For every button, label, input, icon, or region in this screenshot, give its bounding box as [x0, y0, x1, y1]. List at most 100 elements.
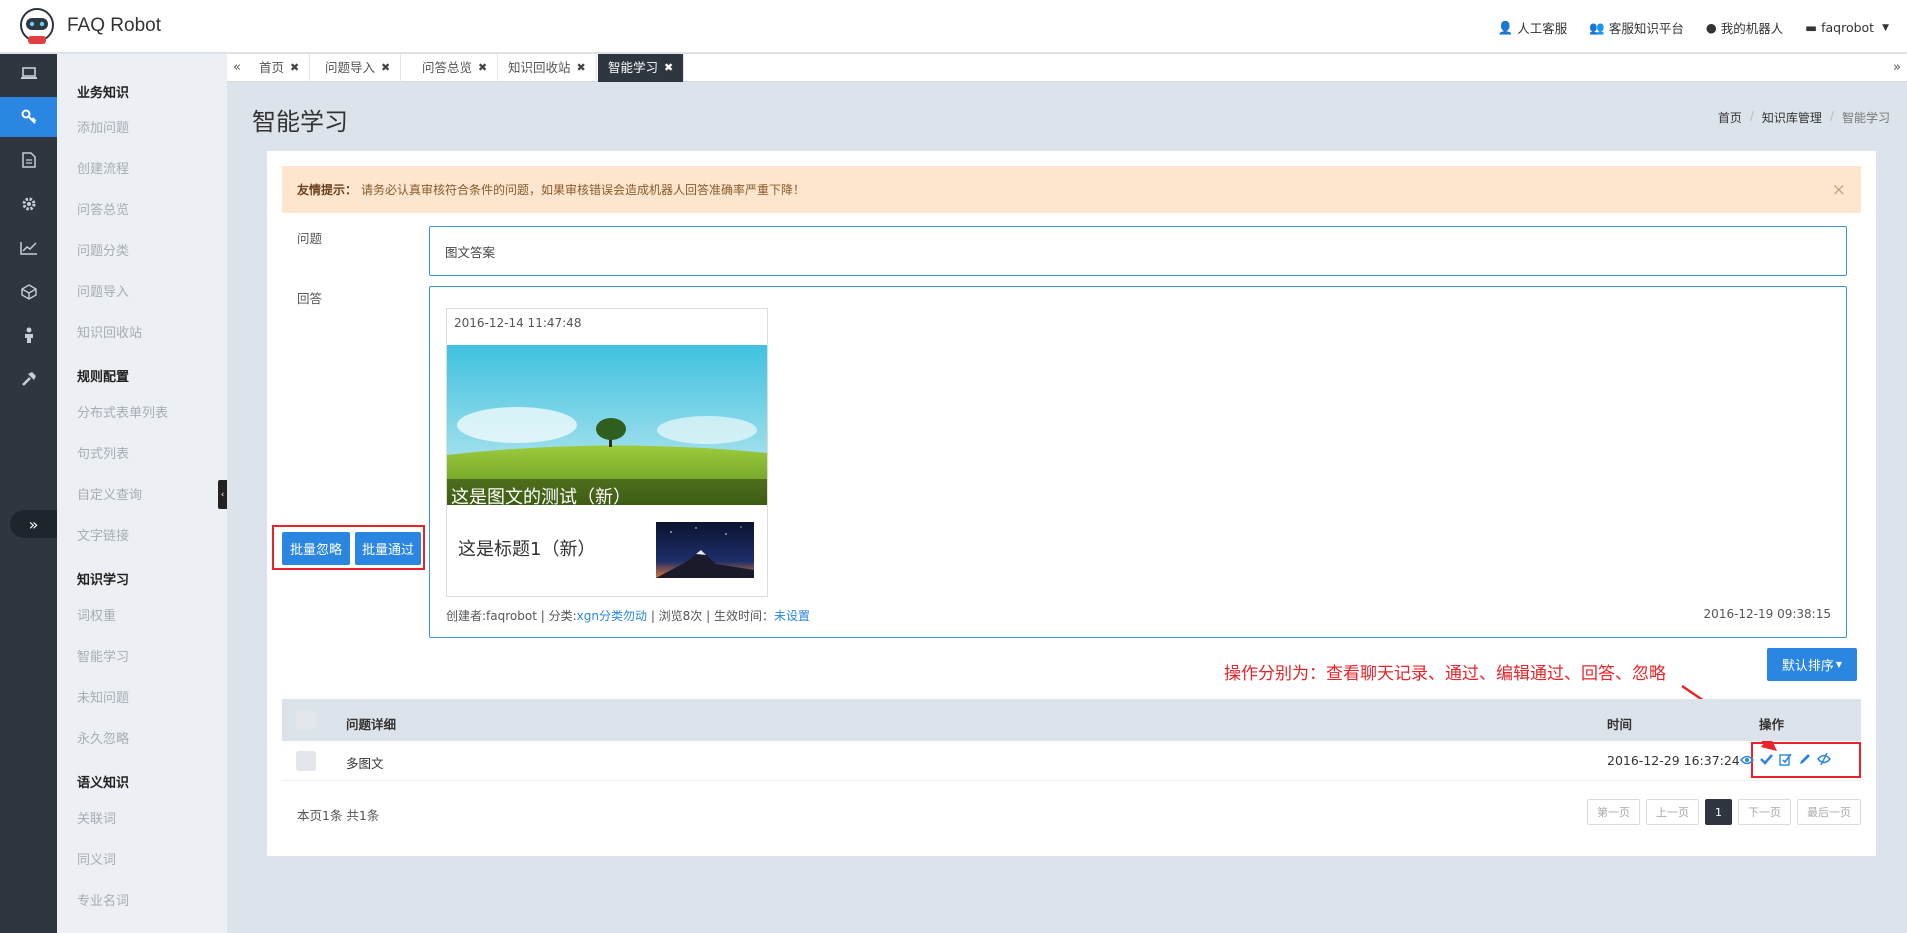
- sidebar-group-title: 业务知识: [77, 86, 130, 101]
- question-field[interactable]: 图文答案: [429, 226, 1847, 276]
- tab-home[interactable]: 首页 ✖: [249, 54, 311, 82]
- row-checkbox[interactable]: [296, 751, 316, 771]
- select-all-checkbox[interactable]: [296, 710, 316, 730]
- close-icon[interactable]: ✖: [290, 54, 299, 82]
- topnav-human-service[interactable]: 👤 人工客服: [1498, 18, 1568, 37]
- batch-ignore-button[interactable]: 批量忽略: [282, 532, 350, 565]
- meta-views: 浏览8次: [658, 609, 703, 623]
- topnav-label: 人工客服: [1517, 21, 1568, 36]
- sidebar-item-form-list[interactable]: 分布式表单列表: [77, 402, 168, 421]
- row-time: 2016-12-29 16:37:24: [1607, 753, 1740, 768]
- breadcrumb-kb-management[interactable]: 知识库管理: [1762, 109, 1822, 126]
- close-icon[interactable]: ✖: [478, 54, 487, 82]
- page-title: 智能学习: [252, 108, 348, 136]
- alert-strong: 友情提示：: [297, 183, 358, 197]
- topnav-my-robot[interactable]: ● 我的机器人: [1706, 18, 1783, 37]
- tab-label: 智能学习: [608, 60, 659, 75]
- warning-alert: 友情提示： 请务必认真审核符合条件的问题，如果审核错误会造成机器人回答准确率严重…: [282, 166, 1861, 213]
- tab-smart-learning[interactable]: 智能学习 ✖: [598, 54, 685, 82]
- rail-laptop-icon[interactable]: [0, 54, 57, 94]
- sidebar-item-add-question[interactable]: 添加问题: [77, 117, 129, 136]
- tabs-scroll-right-icon[interactable]: »: [1893, 60, 1901, 75]
- expand-menu-icon[interactable]: »: [10, 510, 57, 538]
- meta-effective-link[interactable]: 未设置: [774, 609, 810, 623]
- sidebar-item-question-import[interactable]: 问题导入: [77, 281, 129, 300]
- alert-text: 请务必认真审核符合条件的问题，如果审核错误会造成机器人回答准确率严重下降！: [361, 183, 806, 197]
- icon-rail: »: [0, 54, 57, 933]
- edit-check-icon[interactable]: [1779, 753, 1792, 770]
- rail-cube-icon[interactable]: [0, 272, 57, 312]
- close-icon[interactable]: ✖: [577, 54, 586, 82]
- tab-question-import[interactable]: 问题导入 ✖: [315, 54, 402, 82]
- sidebar-item-terms[interactable]: 专业名词: [77, 890, 129, 909]
- sidebar-item-qa-overview[interactable]: 问答总览: [77, 199, 129, 218]
- page-info: 本页1条 共1条: [297, 808, 380, 823]
- sidebar-group-title: 知识学习: [77, 573, 130, 588]
- android-icon: ●: [1705, 20, 1717, 35]
- topnav-knowledge-platform[interactable]: 👥 客服知识平台: [1589, 18, 1684, 37]
- news-sub-item[interactable]: 这是标题1（新）: [447, 509, 767, 597]
- caret-down-icon: ▼: [1882, 22, 1889, 33]
- news-hero-image: 这是图文的测试（新）: [447, 345, 767, 505]
- next-page-button[interactable]: 下一页: [1738, 799, 1791, 825]
- breadcrumb-separator: /: [1829, 109, 1834, 123]
- answer-time: 2016-12-19 09:38:15: [1703, 607, 1831, 621]
- meta-separator: |: [540, 609, 549, 623]
- rail-chart-icon[interactable]: [0, 228, 57, 268]
- check-icon[interactable]: [1760, 753, 1773, 770]
- alert-close-icon[interactable]: ×: [1832, 180, 1846, 200]
- last-page-button[interactable]: 最后一页: [1797, 799, 1861, 825]
- sidebar-item-create-flow[interactable]: 创建流程: [77, 158, 129, 177]
- sidebar-item-permanent-ignore[interactable]: 永久忽略: [77, 728, 129, 747]
- sidebar-group-title: 规则配置: [77, 370, 130, 385]
- rail-person-icon[interactable]: [0, 315, 57, 355]
- pencil-icon[interactable]: [1798, 753, 1811, 770]
- answer-meta: 创建者:faqrobot | 分类:xgn分类勿动 | 浏览8次 | 生效时间：…: [446, 607, 810, 624]
- rail-key-icon[interactable]: [0, 97, 57, 137]
- news-hero-caption: 这是图文的测试（新）: [451, 487, 631, 505]
- sidebar-item-smart-learning[interactable]: 智能学习: [77, 646, 129, 665]
- news-card[interactable]: 2016-12-14 11:47:48 这是图文的测试（新） 这是标题1（新）: [446, 308, 768, 597]
- topnav-label: 我的机器人: [1720, 21, 1784, 36]
- close-icon[interactable]: ✖: [664, 54, 673, 82]
- eye-icon[interactable]: [1740, 753, 1754, 770]
- page-number-current[interactable]: 1: [1705, 799, 1732, 825]
- sidebar-item-word-weight[interactable]: 词权重: [77, 605, 116, 624]
- close-icon[interactable]: ✖: [381, 54, 390, 82]
- tab-label: 知识回收站: [508, 60, 571, 75]
- sidebar-item-synonyms[interactable]: 同义词: [77, 849, 116, 868]
- news-date: 2016-12-14 11:47:48: [454, 316, 582, 330]
- sidebar-item-text-link[interactable]: 文字链接: [77, 525, 129, 544]
- sidebar-item-related-words[interactable]: 关联词: [77, 808, 116, 827]
- annotation-text: 操作分别为：查看聊天记录、通过、编辑通过、回答、忽略: [1224, 664, 1666, 684]
- tab-qa-overview[interactable]: 问答总览 ✖: [412, 54, 499, 82]
- card-icon: ▬: [1805, 20, 1818, 35]
- meta-category-link[interactable]: xgn分类勿动: [577, 609, 647, 623]
- sort-dropdown-button[interactable]: 默认排序 ▼: [1767, 648, 1857, 681]
- prev-page-button[interactable]: 上一页: [1646, 799, 1699, 825]
- sidebar-item-unknown-question[interactable]: 未知问题: [77, 687, 129, 706]
- sidebar-item-custom-query[interactable]: 自定义查询: [77, 484, 142, 503]
- header-time: 时间: [1607, 717, 1633, 732]
- breadcrumb-home[interactable]: 首页: [1718, 109, 1742, 126]
- first-page-button[interactable]: 第一页: [1587, 799, 1640, 825]
- brand-name: FAQ Robot: [67, 15, 161, 36]
- sort-label: 默认排序: [1781, 659, 1834, 674]
- news-item-thumbnail: [656, 522, 754, 578]
- sidebar-collapse-handle[interactable]: ‹: [218, 480, 227, 509]
- ignore-icon[interactable]: [1817, 752, 1831, 770]
- sidebar-item-question-category[interactable]: 问题分类: [77, 240, 129, 259]
- rail-gear-icon[interactable]: [0, 184, 57, 224]
- tabs-scroll-left-icon[interactable]: «: [233, 60, 241, 75]
- rail-document-icon[interactable]: [0, 140, 57, 180]
- sidebar-item-recycle-bin[interactable]: 知识回收站: [77, 322, 142, 341]
- topnav-user-menu[interactable]: ▬ faqrobot ▼: [1805, 18, 1889, 37]
- tab-recycle-bin[interactable]: 知识回收站 ✖: [498, 54, 597, 82]
- row-actions: [1740, 752, 1831, 770]
- rail-hammer-icon[interactable]: [0, 359, 57, 399]
- topnav-label: faqrobot: [1821, 20, 1875, 35]
- batch-pass-button[interactable]: 批量通过: [355, 532, 421, 565]
- breadcrumb: 首页 / 知识库管理 / 智能学习: [1718, 109, 1890, 126]
- sidebar-item-sentence-list[interactable]: 句式列表: [77, 443, 129, 462]
- top-nav: 👤 人工客服 👥 客服知识平台 ● 我的机器人 ▬ faqrobot ▼: [1498, 18, 1889, 37]
